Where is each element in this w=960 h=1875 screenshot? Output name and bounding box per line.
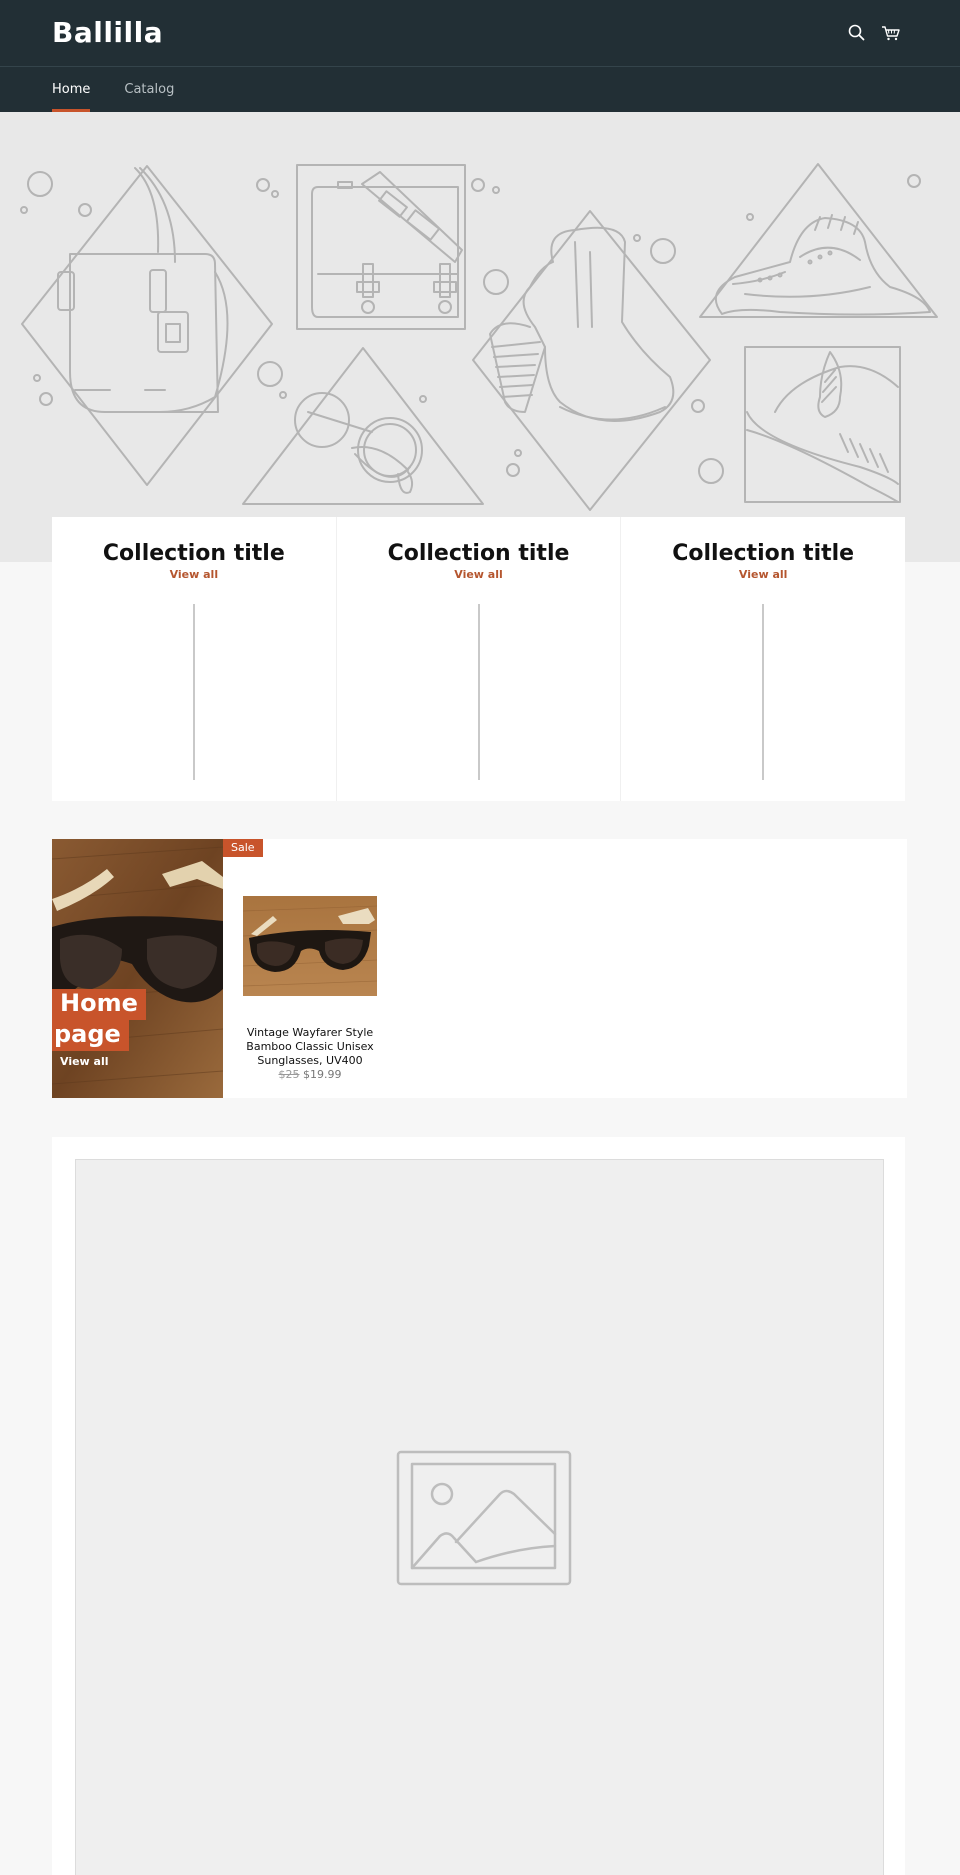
- store-logo[interactable]: Ballilla: [52, 16, 163, 49]
- nav-item-catalog[interactable]: Catalog: [124, 67, 174, 112]
- cart-icon[interactable]: [880, 22, 902, 44]
- nav-item-home[interactable]: Home: [52, 67, 91, 112]
- image-placeholder-icon: [396, 1450, 572, 1586]
- product-title[interactable]: Vintage Wayfarer Style Bamboo Classic Un…: [242, 1026, 378, 1068]
- collection-card[interactable]: Collection title View all: [621, 517, 905, 801]
- featured-collection: Home page View all Sale Vintage Wayfarer…: [52, 839, 907, 1098]
- product-image[interactable]: [243, 896, 377, 996]
- product-card[interactable]: Vintage Wayfarer Style Bamboo Classic Un…: [242, 896, 378, 1082]
- featured-collection-title: Home page: [52, 989, 146, 1051]
- collection-title: Collection title: [672, 541, 855, 566]
- site-header: Ballilla Home Catalog: [0, 0, 960, 112]
- collection-placeholder-image: [762, 604, 765, 780]
- collection-list: Collection title View all Collection tit…: [52, 517, 905, 801]
- image-placeholder: [75, 1159, 884, 1875]
- sale-badge: Sale: [223, 839, 263, 857]
- image-with-text-section: [52, 1137, 905, 1875]
- main-nav: Home Catalog: [52, 67, 208, 112]
- featured-title-line-2: page: [52, 1020, 129, 1051]
- top-bar: Ballilla: [0, 0, 960, 67]
- collection-title: Collection title: [102, 541, 285, 566]
- search-icon[interactable]: [846, 22, 868, 44]
- product-price: $25 $19.99: [242, 1068, 378, 1082]
- featured-view-all-link[interactable]: View all: [60, 1055, 109, 1068]
- collection-view-all-link[interactable]: View all: [52, 568, 336, 581]
- collection-view-all-link[interactable]: View all: [621, 568, 905, 581]
- collection-placeholder-image: [477, 604, 480, 780]
- product-sale-price: $19.99: [303, 1068, 342, 1081]
- collection-card[interactable]: Collection title View all: [52, 517, 337, 801]
- product-compare-price: $25: [278, 1068, 300, 1081]
- featured-title-line-1: Home: [52, 989, 146, 1020]
- collection-title: Collection title: [387, 541, 570, 566]
- collection-view-all-link[interactable]: View all: [337, 568, 621, 581]
- hero-illustration: [0, 112, 960, 562]
- collection-card[interactable]: Collection title View all: [337, 517, 622, 801]
- collection-placeholder-image: [192, 604, 195, 780]
